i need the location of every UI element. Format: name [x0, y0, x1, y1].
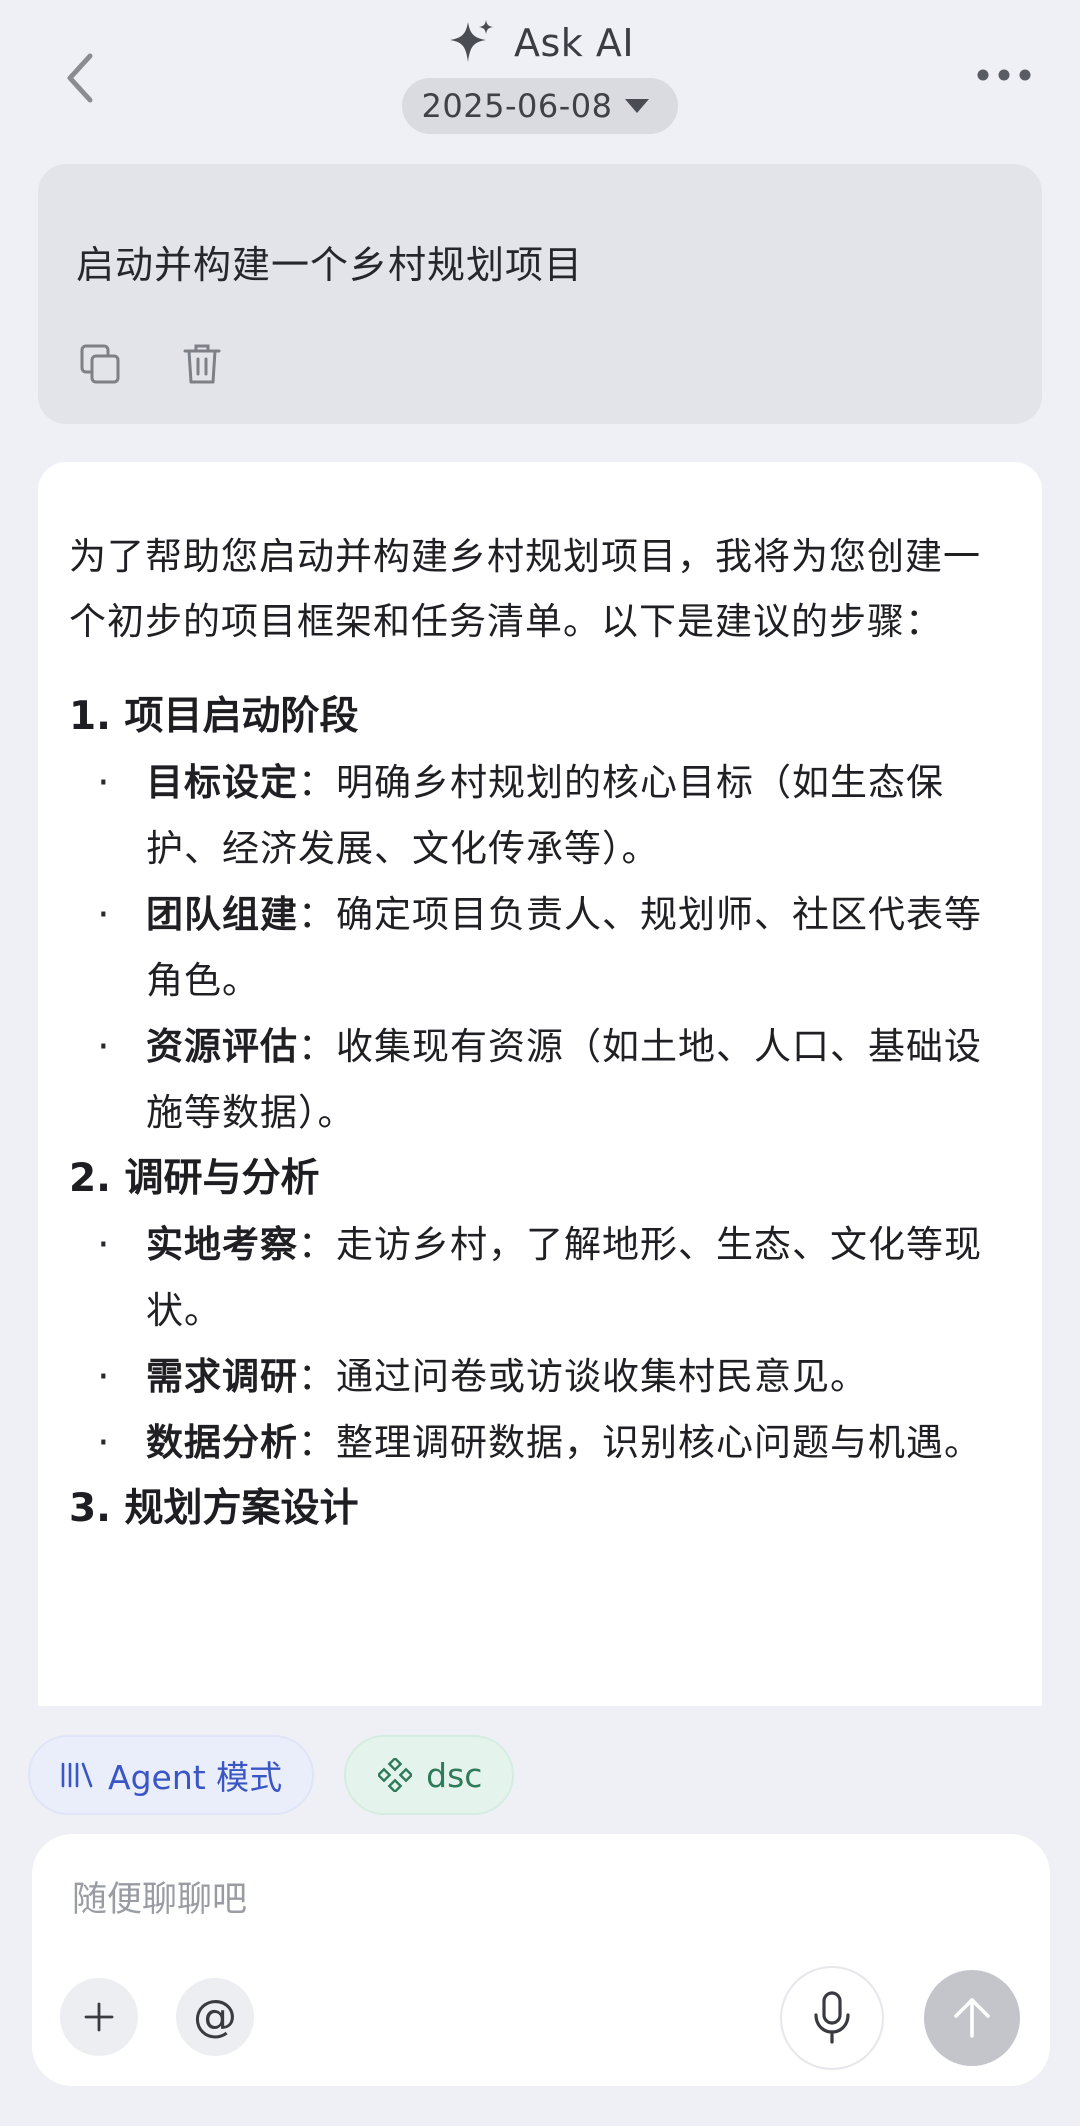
bullet-label: 需求调研 [146, 1355, 298, 1398]
section-title: 1. 项目启动阶段 [69, 694, 359, 739]
bullet-label: 资源评估 [146, 1025, 298, 1068]
composer: @ [32, 1834, 1050, 2086]
send-button[interactable] [924, 1970, 1020, 2066]
date-text: 2025-06-08 [421, 87, 613, 125]
diamond-grid-icon [378, 1758, 413, 1792]
ai-answer-content: 为了帮助您启动并构建乡村规划项目，我将为您创建一个初步的项目框架和任务清单。以下… [38, 462, 1042, 1542]
list-item: 目标设定：明确乡村规划的核心目标（如生态保护、经济发展、文化传承等）。 [69, 750, 1012, 882]
bullet-label: 数据分析 [146, 1421, 298, 1464]
title-row: Ask AI [446, 14, 634, 72]
bullet-text: ：通过问卷或访谈收集村民意见。 [298, 1355, 868, 1398]
bullet-list: 目标设定：明确乡村规划的核心目标（如生态保护、经济发展、文化传承等）。 团队组建… [69, 750, 1012, 1146]
caret-down-icon [625, 99, 650, 113]
section-1: 1. 项目启动阶段 目标设定：明确乡村规划的核心目标（如生态保护、经济发展、文化… [69, 684, 1012, 1146]
chat-screen: Ask AI 2025-06-08 启动并构建一个乡村规划项目 为了帮助您启动并… [0, 0, 1080, 2126]
date-selector[interactable]: 2025-06-08 [401, 78, 679, 134]
list-item: 数据分析：整理调研数据，识别核心问题与机遇。 [69, 1410, 1012, 1476]
arrow-up-icon [954, 1998, 990, 2038]
mode-chips: Agent 模式 dsc [28, 1735, 515, 1815]
voice-button[interactable] [780, 1966, 884, 2070]
microphone-icon [814, 1991, 850, 2044]
section-title: 2. 调研与分析 [69, 1156, 320, 1201]
section-3: 3. 规划方案设计 [69, 1476, 1012, 1542]
list-item: 团队组建：确定项目负责人、规划师、社区代表等角色。 [69, 882, 1012, 1014]
dsc-label: dsc [426, 1755, 483, 1795]
agent-bars-icon [61, 1762, 93, 1788]
section-2: 2. 调研与分析 实地考察：走访乡村，了解地形、生态、文化等现状。 需求调研：通… [69, 1146, 1012, 1476]
copy-icon [80, 344, 120, 384]
user-message-card: 启动并构建一个乡村规划项目 [38, 164, 1042, 424]
agent-mode-chip[interactable]: Agent 模式 [28, 1735, 315, 1815]
list-item: 实地考察：走访乡村，了解地形、生态、文化等现状。 [69, 1212, 1012, 1344]
mention-button[interactable]: @ [176, 1978, 254, 2056]
bullet-text: ：整理调研数据，识别核心问题与机遇。 [298, 1421, 982, 1464]
chat-input[interactable] [72, 1870, 972, 1930]
copy-button[interactable] [76, 340, 124, 388]
app-title: Ask AI [513, 21, 635, 65]
add-button[interactable] [60, 1978, 138, 2056]
sparkle-icon [449, 20, 493, 62]
list-item: 需求调研：通过问卷或访谈收集村民意见。 [69, 1344, 1012, 1410]
at-icon: @ [193, 1991, 237, 2042]
bullet-list: 实地考察：走访乡村，了解地形、生态、文化等现状。 需求调研：通过问卷或访谈收集村… [69, 1212, 1012, 1476]
trash-icon [183, 344, 221, 384]
list-item: 资源评估：收集现有资源（如土地、人口、基础设施等数据）。 [69, 1014, 1012, 1146]
header: Ask AI 2025-06-08 [0, 0, 1080, 150]
plus-icon [84, 2002, 114, 2032]
bullet-label: 目标设定 [146, 761, 298, 804]
delete-button[interactable] [178, 340, 226, 388]
bullet-label: 团队组建 [146, 893, 298, 936]
ai-answer-card: 为了帮助您启动并构建乡村规划项目，我将为您创建一个初步的项目框架和任务清单。以下… [38, 462, 1042, 1706]
title-area: Ask AI 2025-06-08 [0, 14, 1080, 134]
bullet-label: 实地考察 [146, 1223, 298, 1266]
more-button[interactable] [964, 40, 1044, 110]
section-title: 3. 规划方案设计 [69, 1486, 359, 1531]
agent-mode-label: Agent 模式 [108, 1758, 283, 1797]
message-actions [76, 340, 226, 388]
answer-intro: 为了帮助您启动并构建乡村规划项目，我将为您创建一个初步的项目框架和任务清单。以下… [69, 535, 981, 643]
more-dots-icon [977, 69, 1031, 81]
user-message-text: 启动并构建一个乡村规划项目 [76, 243, 584, 287]
dsc-chip[interactable]: dsc [344, 1735, 515, 1815]
